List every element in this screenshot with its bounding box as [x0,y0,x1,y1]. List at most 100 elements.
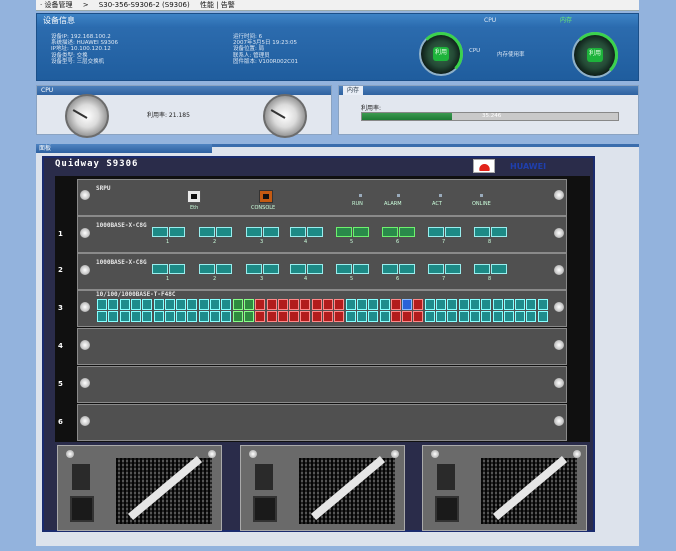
ethernet-port[interactable] [176,299,187,310]
ethernet-port[interactable] [402,299,413,310]
power-supply-2[interactable] [240,445,405,531]
ethernet-port[interactable] [266,299,277,310]
ethernet-port[interactable] [243,299,254,310]
ethernet-port[interactable] [481,311,492,322]
sfp-port[interactable] [290,264,306,274]
ethernet-port[interactable] [413,311,424,322]
sfp-port[interactable] [216,227,232,237]
sfp-port[interactable] [199,264,215,274]
sfp-port[interactable] [169,264,185,274]
sfp-port[interactable] [336,264,352,274]
ethernet-port[interactable] [334,299,345,310]
sfp-port[interactable] [307,227,323,237]
sfp-port[interactable] [445,264,461,274]
ethernet-port[interactable] [503,311,514,322]
sfp-port[interactable] [246,227,262,237]
slot-5[interactable] [77,366,567,403]
ethernet-port[interactable] [503,299,514,310]
ethernet-port[interactable] [255,311,266,322]
ethernet-port[interactable] [176,311,187,322]
sfp-port[interactable] [445,227,461,237]
ethernet-port[interactable] [187,311,198,322]
sfp-port[interactable] [491,264,507,274]
ethernet-port[interactable] [356,311,367,322]
sfp-port[interactable] [382,264,398,274]
sfp-port[interactable] [152,264,168,274]
ethernet-port[interactable] [210,299,220,310]
sfp-port[interactable] [263,227,279,237]
sfp-port[interactable] [474,264,490,274]
ethernet-port[interactable] [390,311,401,322]
ethernet-port[interactable] [311,311,322,322]
sfp-port[interactable] [307,264,323,274]
breadcrumb-home[interactable]: · 设备管理 [40,1,72,9]
slot-4[interactable] [77,328,567,365]
ethernet-port[interactable] [164,311,175,322]
ethernet-port[interactable] [153,299,164,310]
sfp-port[interactable] [491,227,507,237]
ethernet-port[interactable] [515,299,526,310]
ethernet-port[interactable] [198,299,209,310]
ethernet-port[interactable] [266,311,277,322]
ethernet-port[interactable] [243,311,254,322]
ethernet-port[interactable] [130,311,141,322]
ethernet-port[interactable] [447,311,458,322]
ethernet-port[interactable] [368,311,379,322]
ethernet-port[interactable] [537,299,548,310]
ethernet-port[interactable] [492,311,503,322]
ethernet-port[interactable] [277,299,288,310]
ethernet-port[interactable] [447,299,458,310]
tab-device-panel[interactable]: 面板 [36,144,212,153]
ethernet-port[interactable] [142,299,153,310]
ethernet-port[interactable] [198,311,209,322]
sfp-port[interactable] [263,264,279,274]
sfp-port[interactable] [428,227,444,237]
breadcrumb-tabs[interactable]: 性能 | 告警 [200,1,235,9]
ethernet-port[interactable] [379,311,390,322]
ethernet-port[interactable] [334,311,345,322]
sfp-port[interactable] [246,264,262,274]
ethernet-port[interactable] [97,311,107,322]
sfp-port[interactable] [399,227,415,237]
slot-srpu[interactable]: SRPU [77,179,567,216]
console-port-icon[interactable] [259,190,273,203]
ethernet-port[interactable] [481,299,492,310]
ethernet-port[interactable] [424,299,435,310]
sfp-port[interactable] [290,227,306,237]
ethernet-port[interactable] [515,311,526,322]
ethernet-port[interactable] [187,299,198,310]
ethernet-port[interactable] [97,299,107,310]
ethernet-port[interactable] [402,311,413,322]
ethernet-port[interactable] [232,311,243,322]
ethernet-port[interactable] [221,311,232,322]
ethernet-port[interactable] [390,299,401,310]
sfp-port[interactable] [152,227,168,237]
ethernet-port[interactable] [492,299,503,310]
ethernet-port[interactable] [153,311,164,322]
ethernet-port[interactable] [210,311,220,322]
sfp-port[interactable] [199,227,215,237]
ethernet-port[interactable] [436,299,446,310]
ethernet-port[interactable] [108,311,119,322]
ethernet-port[interactable] [458,299,469,310]
ethernet-port[interactable] [289,299,300,310]
sfp-port[interactable] [216,264,232,274]
ethernet-port[interactable] [164,299,175,310]
ethernet-port[interactable] [526,311,537,322]
ethernet-port[interactable] [142,311,153,322]
ethernet-port[interactable] [458,311,469,322]
ethernet-port[interactable] [379,299,390,310]
ethernet-port[interactable] [323,311,333,322]
ethernet-port[interactable] [469,299,480,310]
sfp-port[interactable] [353,264,369,274]
sfp-port[interactable] [474,227,490,237]
ethernet-port[interactable] [255,299,266,310]
power-supply-3[interactable] [422,445,587,531]
sfp-port[interactable] [169,227,185,237]
sfp-port[interactable] [382,227,398,237]
ethernet-port[interactable] [130,299,141,310]
ethernet-port[interactable] [311,299,322,310]
ethernet-port[interactable] [356,299,367,310]
ethernet-port[interactable] [537,311,548,322]
ethernet-port[interactable] [413,299,424,310]
